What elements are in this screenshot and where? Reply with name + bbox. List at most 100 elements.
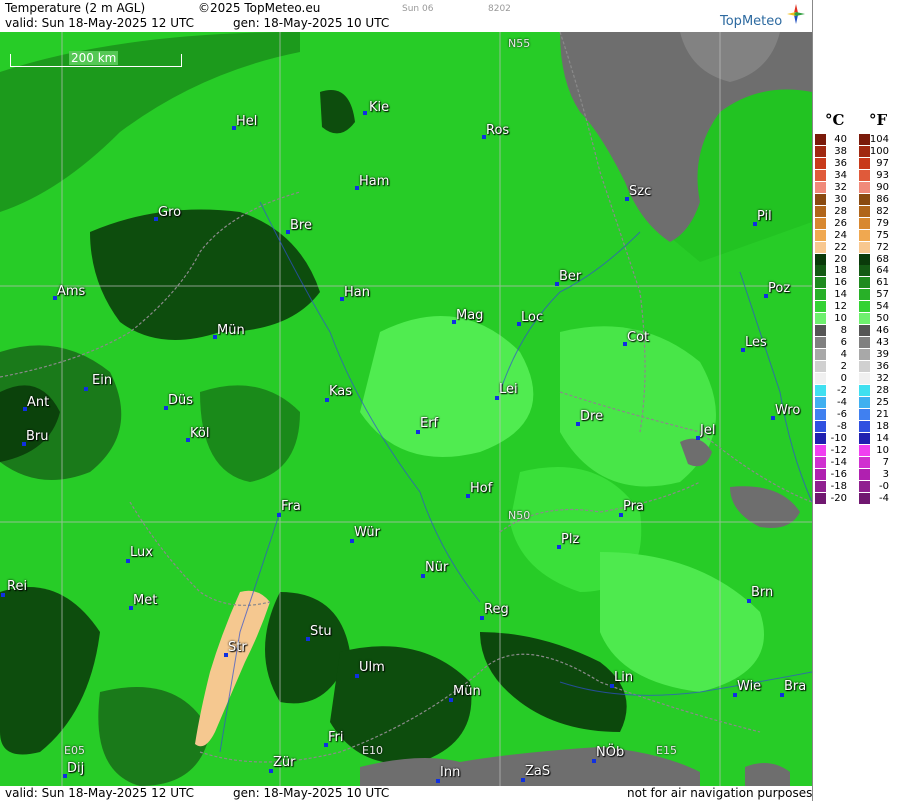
legend-fahrenheit-label: 21 <box>876 408 889 420</box>
city-marker[interactable]: Jel <box>696 423 715 440</box>
legend-celsius-label: -6 <box>837 408 847 420</box>
footer-disclaimer: not for air navigation purposes <box>627 786 813 800</box>
city-marker[interactable]: Met <box>129 593 158 610</box>
legend-celsius-label: 4 <box>840 349 847 361</box>
legend-celsius-label: 2 <box>840 361 847 373</box>
legend-celsius-label: 30 <box>834 193 847 205</box>
city-marker[interactable]: Nür <box>421 560 448 578</box>
city-marker[interactable]: Les <box>741 335 767 352</box>
city-marker[interactable]: Bra <box>780 679 807 697</box>
scale-bar-label: 200 km <box>69 51 119 65</box>
city-marker[interactable]: Mün <box>213 323 245 339</box>
city-marker[interactable]: Bre <box>286 218 312 234</box>
city-marker[interactable]: Dij <box>63 761 84 778</box>
legend-fahrenheit-label: 43 <box>876 337 889 349</box>
city-marker[interactable]: Plz <box>557 532 579 549</box>
city-marker[interactable]: Lin <box>610 670 633 688</box>
legend-row: 28 82 <box>813 205 904 218</box>
temperature-map[interactable]: N55 N50 E05 E10 E15 200 km Kie Hel Ros H… <box>0 32 812 786</box>
city-marker[interactable]: Cot <box>623 330 649 346</box>
city-marker[interactable]: Köl <box>186 426 209 442</box>
city-marker[interactable]: Düs <box>164 393 193 410</box>
legend-celsius-label: 18 <box>834 265 847 277</box>
legend-fahrenheit-label: 7 <box>882 456 889 468</box>
city-label: Dre <box>580 409 604 424</box>
city-marker[interactable]: Mün <box>449 684 481 702</box>
legend-row: -12 10 <box>813 444 904 457</box>
city-marker[interactable]: NÖb <box>592 745 625 763</box>
legend-row: -2 28 <box>813 384 904 397</box>
city-label: Stu <box>310 624 332 639</box>
city-marker[interactable]: Ein <box>84 373 112 391</box>
city-marker[interactable]: Lux <box>126 545 153 563</box>
grid-label-n55: N55 <box>508 37 531 50</box>
city-marker[interactable]: Hof <box>466 481 492 498</box>
legend-row: 38 100 <box>813 145 904 158</box>
city-marker[interactable]: Ant <box>23 395 50 411</box>
city-marker[interactable]: Kas <box>325 384 352 402</box>
legend-fahrenheit-label: 10 <box>876 444 889 456</box>
city-marker[interactable]: ZaS <box>521 764 551 782</box>
city-marker[interactable]: Zür <box>269 755 296 773</box>
legend-row: 6 43 <box>813 337 904 349</box>
city-label: Met <box>133 593 158 608</box>
city-marker[interactable]: Dre <box>576 409 604 426</box>
city-marker[interactable]: Wie <box>733 679 761 697</box>
city-marker[interactable]: Ulm <box>355 660 385 678</box>
legend-celsius-label: 36 <box>834 157 847 169</box>
city-marker[interactable]: Poz <box>764 281 790 298</box>
city-marker[interactable]: Pra <box>619 499 644 517</box>
city-marker[interactable]: Bru <box>22 429 49 446</box>
city-label: Bre <box>290 218 312 233</box>
city-marker[interactable]: Inn <box>436 765 460 783</box>
city-marker[interactable]: Brn <box>747 585 773 603</box>
header-bar: Temperature (2 m AGL) ©2025 TopMeteo.eu … <box>0 0 812 32</box>
city-marker[interactable]: Reg <box>480 602 509 620</box>
city-marker[interactable]: Rei <box>1 579 27 597</box>
legend-celsius-label: -8 <box>837 420 847 432</box>
footer-generated-time: gen: 18-May-2025 10 UTC <box>233 786 390 800</box>
city-marker[interactable]: Hel <box>232 114 258 130</box>
legend-fahrenheit-label: 54 <box>876 301 889 313</box>
city-marker[interactable]: Szc <box>625 184 651 201</box>
city-marker[interactable]: Kie <box>363 100 389 115</box>
city-marker[interactable]: Fra <box>277 499 301 517</box>
city-label: Wro <box>775 403 801 418</box>
city-marker[interactable]: Loc <box>517 310 543 326</box>
city-label: ZaS <box>525 764 551 779</box>
legend-fahrenheit-label: 32 <box>876 373 889 384</box>
city-marker[interactable]: Mag <box>452 308 483 324</box>
city-marker[interactable]: Wür <box>350 525 380 543</box>
legend-row: 0 32 <box>813 373 904 385</box>
city-label: Ant <box>27 395 50 410</box>
legend-celsius-label: 34 <box>834 169 847 181</box>
legend-celsius-label: 22 <box>834 241 847 253</box>
city-label: Ulm <box>359 660 385 675</box>
copyright: ©2025 TopMeteo.eu <box>198 1 321 15</box>
city-label: Fra <box>281 499 301 514</box>
city-marker[interactable]: Erf <box>416 416 438 434</box>
city-marker[interactable]: Han <box>340 285 370 301</box>
legend-celsius-label: 24 <box>834 229 847 241</box>
city-marker[interactable]: Pil <box>753 209 772 226</box>
city-label: Bra <box>784 679 807 694</box>
footer-bar: valid: Sun 18-May-2025 12 UTC gen: 18-Ma… <box>0 786 812 801</box>
city-marker[interactable]: Ham <box>355 174 389 190</box>
city-label: NÖb <box>596 745 625 760</box>
city-marker[interactable]: Lei <box>495 382 518 400</box>
city-marker[interactable]: Gro <box>154 205 181 221</box>
city-label: Hel <box>236 114 258 129</box>
legend-row: 16 61 <box>813 277 904 289</box>
city-marker[interactable]: Wro <box>771 403 801 420</box>
city-marker[interactable]: Stu <box>306 624 332 641</box>
city-marker[interactable]: Str <box>224 640 247 657</box>
city-label: Ber <box>559 269 582 284</box>
legend-fahrenheit-label: 14 <box>876 432 889 444</box>
legend-row: 14 57 <box>813 289 904 301</box>
city-marker[interactable]: Ams <box>53 284 85 300</box>
legend-row: 24 75 <box>813 229 904 242</box>
city-marker[interactable]: Ros <box>482 123 509 139</box>
city-marker[interactable]: Ber <box>555 269 582 286</box>
legend-celsius-label: 26 <box>834 217 847 229</box>
city-marker[interactable]: Fri <box>324 730 344 747</box>
